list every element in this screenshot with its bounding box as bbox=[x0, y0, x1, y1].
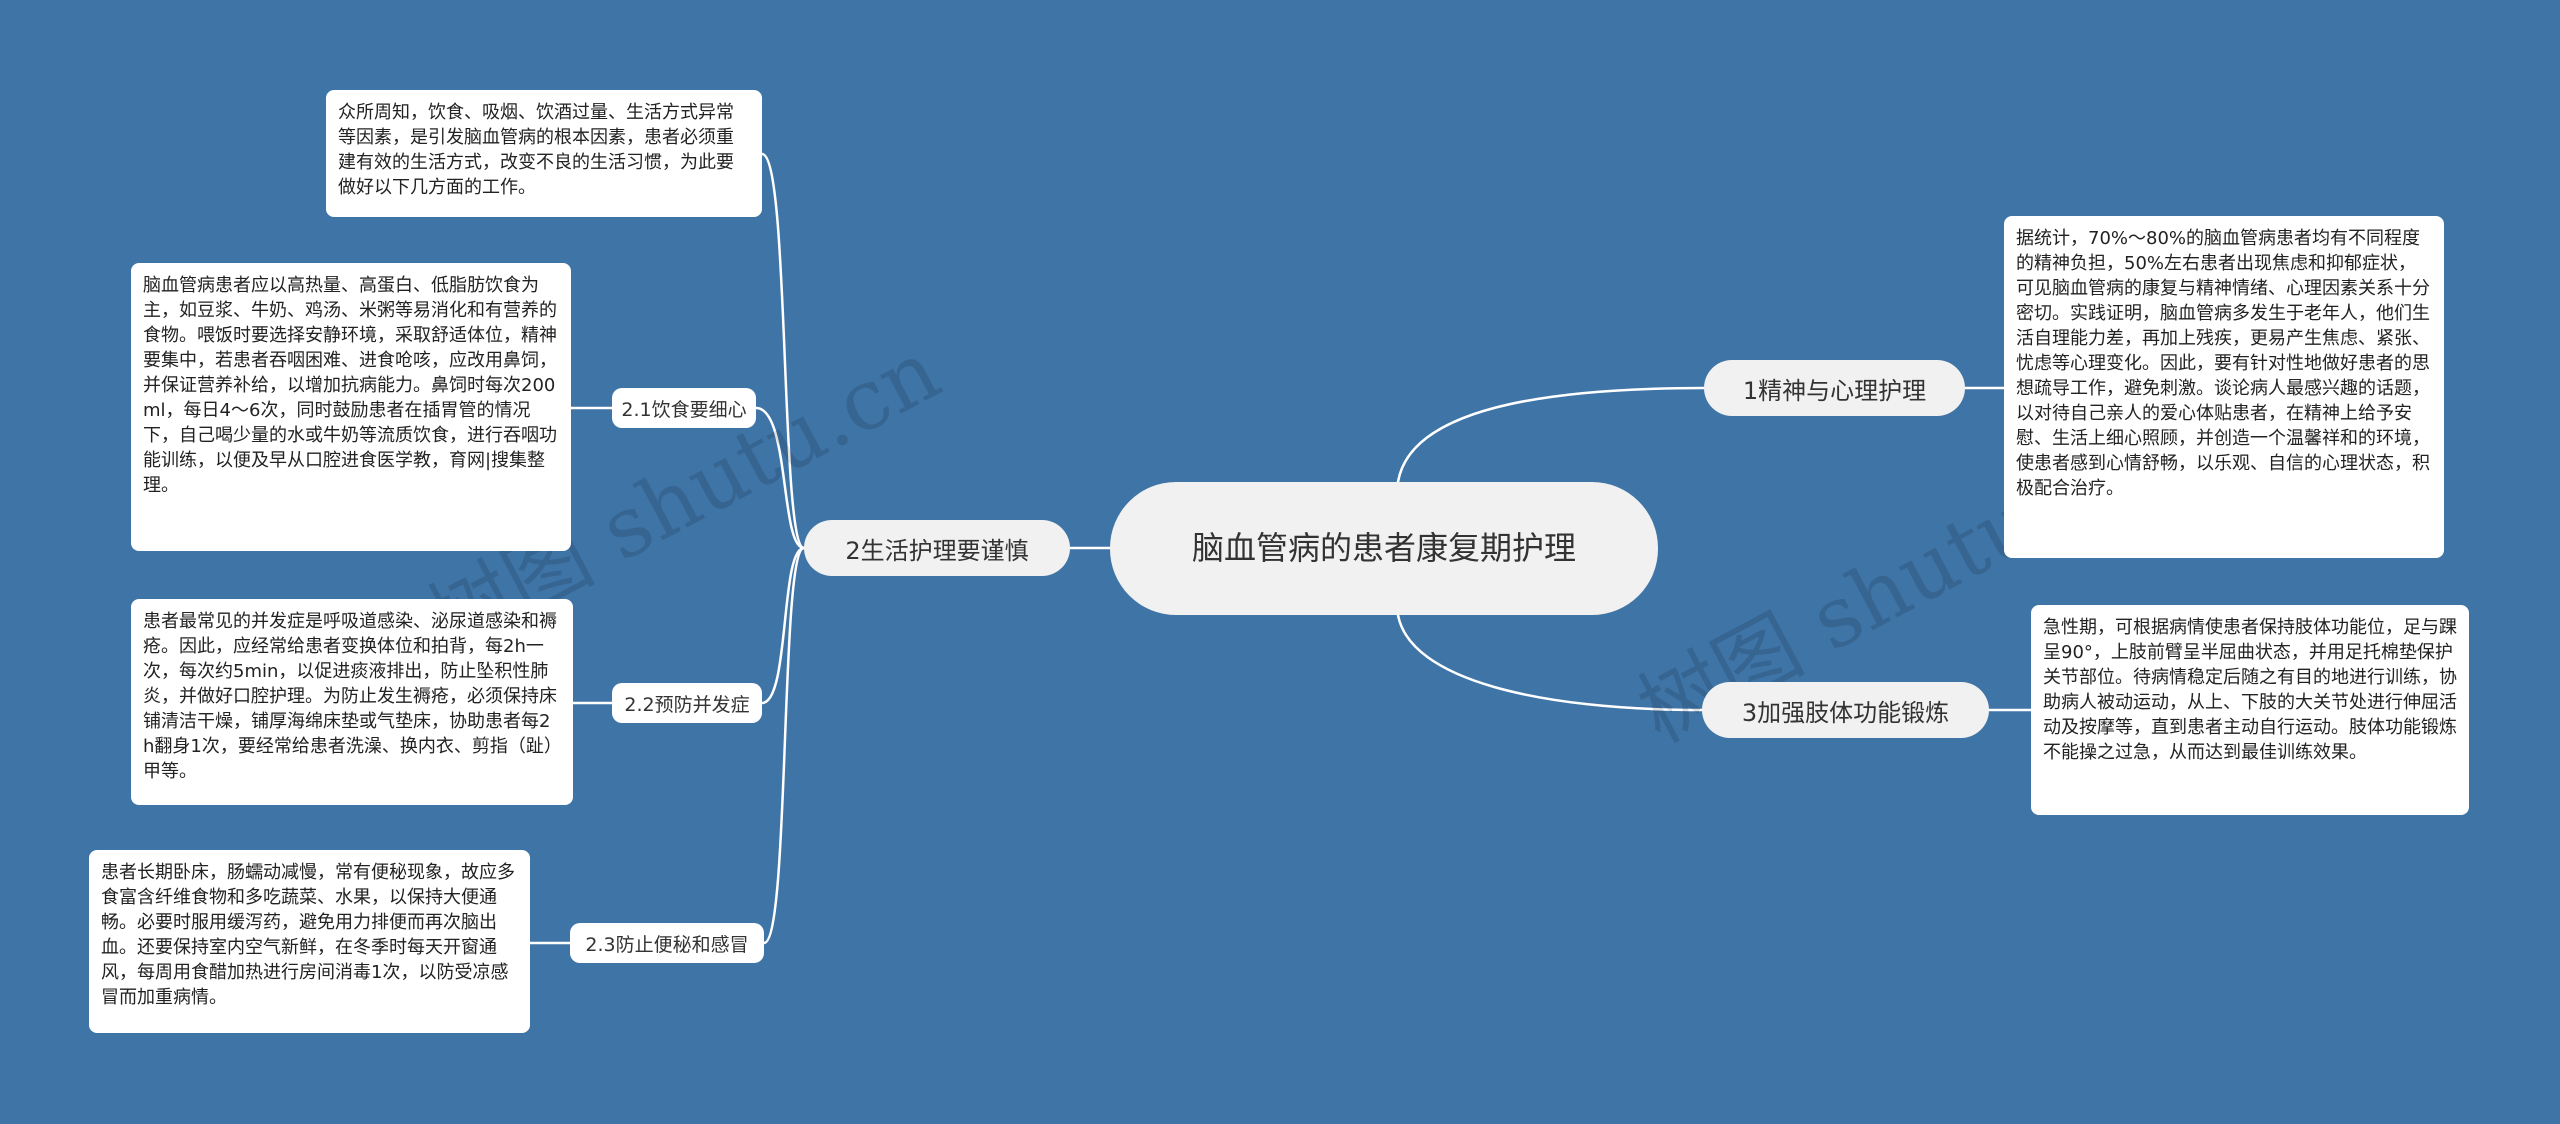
connector-b2-sub3 bbox=[762, 546, 806, 945]
branch-label: 1精神与心理护理 bbox=[1742, 376, 1927, 405]
connector-b2-sub2 bbox=[760, 546, 806, 705]
branch-psychological-care[interactable]: 1精神与心理护理 bbox=[1704, 360, 1965, 416]
sub-label: 2.3防止便秘和感冒 bbox=[585, 933, 749, 956]
branch-daily-care[interactable]: 2生活护理要谨慎 bbox=[804, 520, 1070, 576]
connector-root-b3 bbox=[1396, 613, 1704, 712]
branch-limb-exercise[interactable]: 3加强肢体功能锻炼 bbox=[1702, 682, 1989, 738]
sub-prevent-complications[interactable]: 2.2预防并发症 bbox=[612, 683, 762, 723]
root-topic[interactable]: 脑血管病的患者康复期护理 bbox=[1110, 482, 1658, 615]
leaf-daily-care-intro: 众所周知，饮食、吸烟、饮酒过量、生活方式异常等因素，是引发脑血管病的根本因素，患… bbox=[326, 90, 762, 217]
sub-label: 2.2预防并发症 bbox=[624, 693, 750, 716]
branch-label: 2生活护理要谨慎 bbox=[845, 536, 1029, 565]
sub-label: 2.1饮食要细心 bbox=[621, 398, 747, 421]
leaf-limb-exercise-text: 急性期，可根据病情使患者保持肢体功能位，足与踝呈90°，上肢前臂呈半屈曲状态，并… bbox=[2031, 605, 2469, 815]
connector-b2-sub1 bbox=[754, 406, 806, 550]
branch-label: 3加强肢体功能锻炼 bbox=[1741, 698, 1950, 727]
leaf-prevent-complications-text: 患者最常见的并发症是呼吸道感染、泌尿道感染和褥疮。因此，应经常给患者变换体位和拍… bbox=[131, 599, 573, 805]
leaf-psychological-care-text: 据统计，70%～80%的脑血管病患者均有不同程度的精神负担，50%左右患者出现焦… bbox=[2004, 216, 2444, 558]
sub-prevent-constipation-cold[interactable]: 2.3防止便秘和感冒 bbox=[570, 923, 764, 963]
leaf-diet-care-text: 脑血管病患者应以高热量、高蛋白、低脂肪饮食为主，如豆浆、牛奶、鸡汤、米粥等易消化… bbox=[131, 263, 571, 551]
connector-root-b1 bbox=[1396, 386, 1706, 484]
connector-b2-intro bbox=[760, 152, 806, 550]
mindmap-canvas: 树图 shutu.cn 树图 shutu.cn 脑血管病的患者康复期护理 1精神… bbox=[0, 0, 2560, 1124]
root-title: 脑血管病的患者康复期护理 bbox=[1191, 529, 1576, 567]
leaf-prevent-constipation-cold-text: 患者长期卧床，肠蠕动减慢，常有便秘现象，故应多食富含纤维食物和多吃蔬菜、水果，以… bbox=[89, 850, 530, 1033]
sub-diet-care[interactable]: 2.1饮食要细心 bbox=[612, 388, 756, 428]
